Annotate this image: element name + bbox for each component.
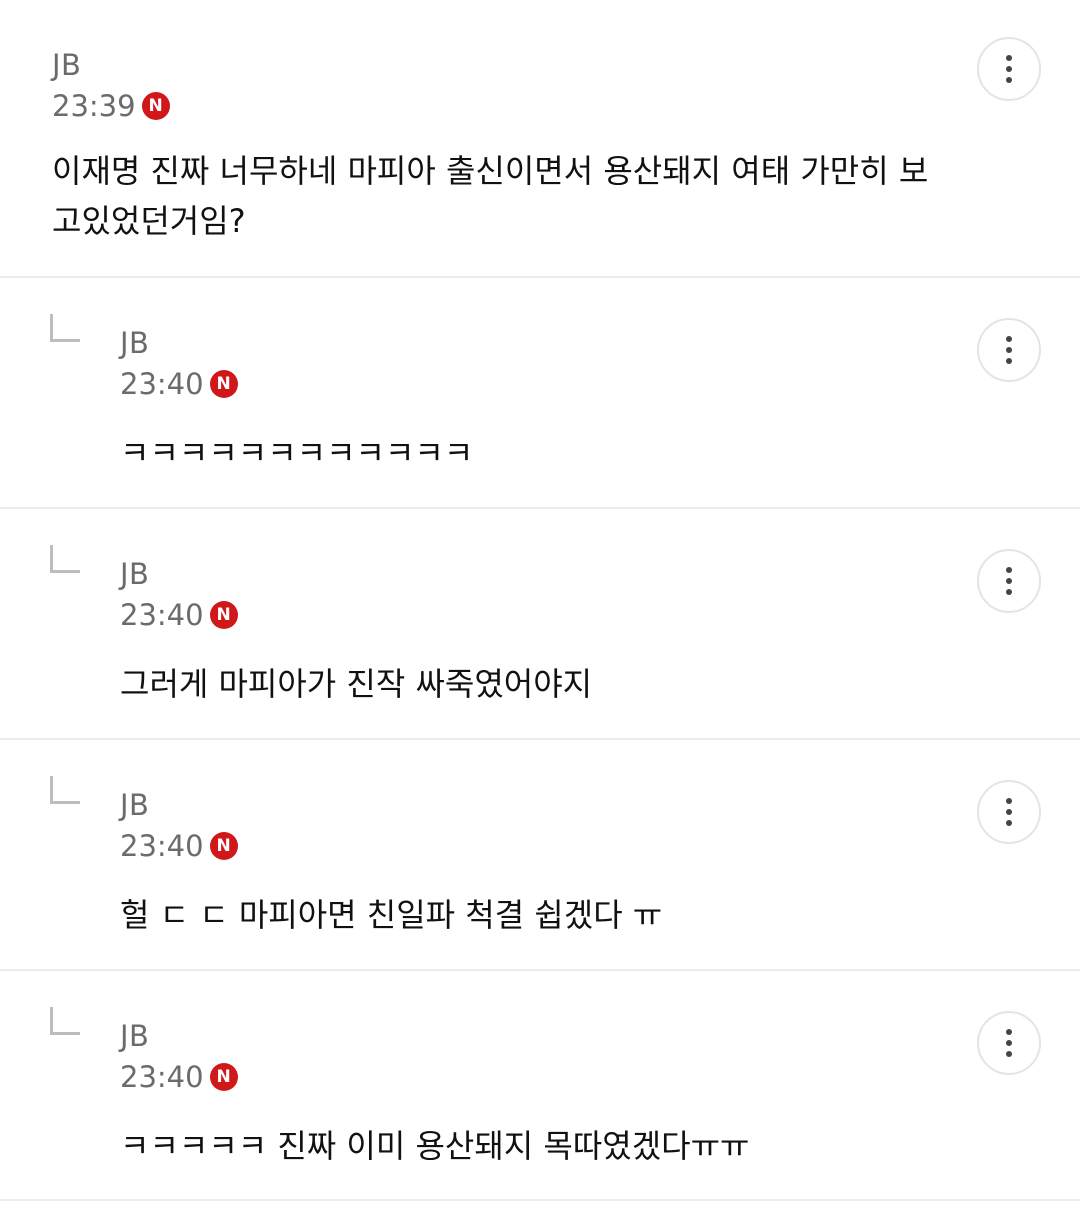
comment-meta: 23:39 N <box>52 86 930 126</box>
new-badge-icon: N <box>209 1063 238 1091</box>
new-badge-icon: N <box>141 92 170 120</box>
new-badge-icon: N <box>209 601 238 629</box>
more-vertical-icon <box>1006 809 1012 815</box>
reply-arrow-icon <box>50 545 80 573</box>
comment-meta: 23:40 N <box>120 826 930 866</box>
more-vertical-icon <box>1006 347 1012 353</box>
more-vertical-icon <box>1006 567 1012 573</box>
comment-item: JB 23:39 N 이재명 진짜 너무하네 마피아 출신이면서 용산돼지 여태… <box>0 0 1080 278</box>
comment-author[interactable]: JB <box>120 555 930 593</box>
reply-arrow-icon <box>50 776 80 804</box>
reply-item: JB 23:40 N 헐 ㄷ ㄷ 마피아면 친일파 척결 쉽겠다 ㅠ <box>0 740 1080 971</box>
comment-body: JB 23:40 N 그러게 마피아가 진작 싸죽였어야지 <box>120 555 930 709</box>
more-vertical-icon <box>1006 578 1012 584</box>
more-vertical-icon <box>1006 798 1012 804</box>
new-badge-icon: N <box>209 832 238 860</box>
comment-author[interactable]: JB <box>120 786 930 824</box>
comment-meta: 23:40 N <box>120 595 930 635</box>
comment-text: ㅋㅋㅋㅋㅋㅋㅋㅋㅋㅋㅋㅋ <box>120 434 474 472</box>
comment-time: 23:40 <box>120 367 204 401</box>
reply-item: JB 23:40 N ㅋㅋㅋㅋㅋ 진짜 이미 용산돼지 목따였겠다ㅠㅠ <box>0 971 1080 1201</box>
comment-time: 23:40 <box>120 1060 204 1094</box>
comment-time: 23:39 <box>52 89 136 123</box>
new-badge-icon: N <box>209 370 238 398</box>
comment-time: 23:40 <box>120 598 204 632</box>
comment-text: 이재명 진짜 너무하네 마피아 출신이면서 용산돼지 여태 가만히 보고있었던거… <box>52 152 929 240</box>
comment-text: 그러게 마피아가 진작 싸죽였어야지 <box>120 665 593 703</box>
more-vertical-icon <box>1006 1029 1012 1035</box>
comment-time: 23:40 <box>120 829 204 863</box>
more-options-button[interactable] <box>977 549 1041 613</box>
comment-author[interactable]: JB <box>120 1017 930 1055</box>
comment-body: JB 23:40 N ㅋㅋㅋㅋㅋㅋㅋㅋㅋㅋㅋㅋ <box>120 324 930 478</box>
comment-author[interactable]: JB <box>120 324 930 362</box>
more-options-button[interactable] <box>977 318 1041 382</box>
comment-body: JB 23:40 N ㅋㅋㅋㅋㅋ 진짜 이미 용산돼지 목따였겠다ㅠㅠ <box>120 1017 930 1171</box>
more-vertical-icon <box>1006 589 1012 595</box>
more-vertical-icon <box>1006 66 1012 72</box>
more-options-button[interactable] <box>977 780 1041 844</box>
reply-arrow-icon <box>50 1007 80 1035</box>
comment-text: ㅋㅋㅋㅋㅋ 진짜 이미 용산돼지 목따였겠다ㅠㅠ <box>120 1127 750 1165</box>
comment-author[interactable]: JB <box>52 46 930 84</box>
more-options-button[interactable] <box>977 1011 1041 1075</box>
reply-item: JB 23:40 N ㅋㅋㅋㅋㅋㅋㅋㅋㅋㅋㅋㅋ <box>0 278 1080 509</box>
comment-body: JB 23:39 N 이재명 진짜 너무하네 마피아 출신이면서 용산돼지 여태… <box>52 46 930 246</box>
more-vertical-icon <box>1006 820 1012 826</box>
reply-arrow-icon <box>50 314 80 342</box>
comment-text: 헐 ㄷ ㄷ 마피아면 친일파 척결 쉽겠다 ㅠ <box>120 896 663 934</box>
more-vertical-icon <box>1006 55 1012 61</box>
reply-item: JB 23:40 N 그러게 마피아가 진작 싸죽였어야지 <box>0 509 1080 740</box>
comment-body: JB 23:40 N 헐 ㄷ ㄷ 마피아면 친일파 척결 쉽겠다 ㅠ <box>120 786 930 940</box>
more-vertical-icon <box>1006 1040 1012 1046</box>
more-vertical-icon <box>1006 1051 1012 1057</box>
comment-meta: 23:40 N <box>120 1057 930 1097</box>
more-vertical-icon <box>1006 358 1012 364</box>
comment-meta: 23:40 N <box>120 364 930 404</box>
more-vertical-icon <box>1006 336 1012 342</box>
more-options-button[interactable] <box>977 37 1041 101</box>
more-vertical-icon <box>1006 77 1012 83</box>
